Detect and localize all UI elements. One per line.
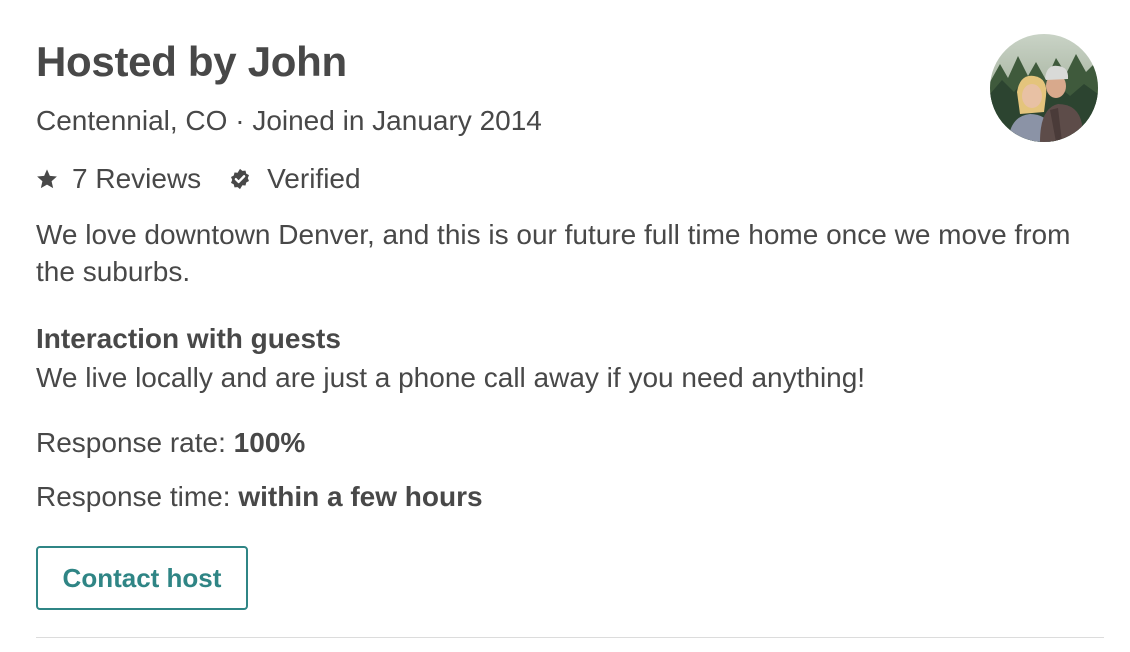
star-icon [36, 168, 58, 190]
contact-host-button[interactable]: Contact host [36, 546, 248, 610]
verified-badge-icon [229, 168, 251, 190]
verified-badge: Verified [229, 163, 361, 195]
interaction-text: We live locally and are just a phone cal… [36, 362, 866, 393]
host-title: Hosted by John [36, 38, 347, 85]
response-time-label: Response time: [36, 481, 239, 512]
response-rate-label: Response rate: [36, 427, 234, 458]
host-avatar[interactable] [990, 34, 1098, 142]
host-meta-row: 7 Reviews Verified [36, 163, 361, 195]
divider [36, 637, 1104, 638]
reviews-count[interactable]: 7 Reviews [72, 163, 201, 195]
host-location-joined: Centennial, CO · Joined in January 2014 [36, 105, 542, 136]
response-time: Response time: within a few hours [36, 481, 483, 513]
response-rate-value: 100% [233, 427, 306, 458]
host-about-text: We love downtown Denver, and this is our… [36, 219, 1071, 287]
verified-label: Verified [267, 163, 361, 194]
response-time-value: within a few hours [238, 481, 483, 512]
host-profile-card: Hosted by John Centennial, CO · Joined i… [0, 0, 1130, 652]
interaction-heading: Interaction with guests [36, 323, 341, 354]
response-rate: Response rate: 100% [36, 427, 305, 459]
